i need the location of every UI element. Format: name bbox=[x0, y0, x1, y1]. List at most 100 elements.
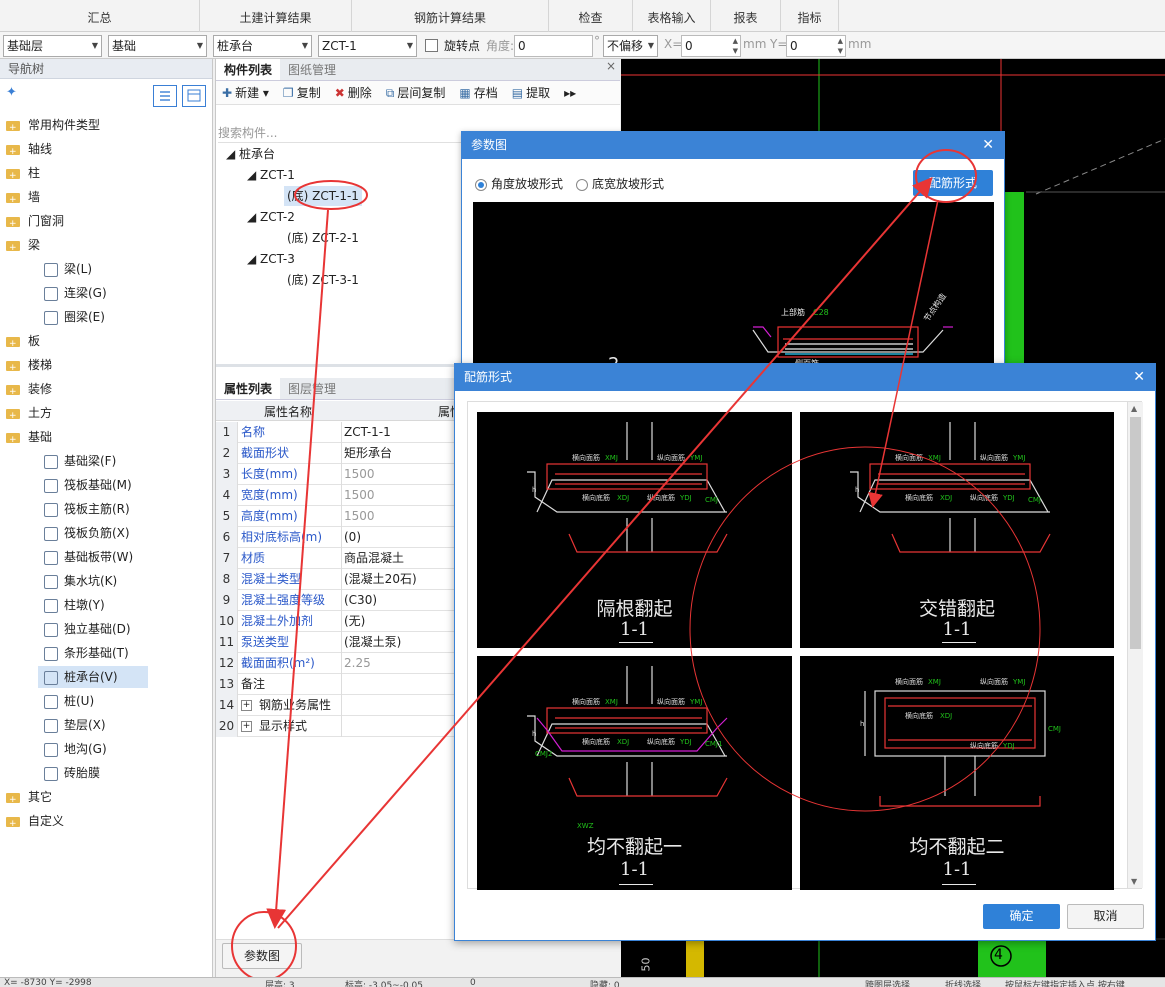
rebar-form-button[interactable]: 配筋形式 bbox=[913, 170, 993, 196]
radio-width-slope[interactable]: 底宽放坡形式 bbox=[576, 175, 664, 192]
property-row[interactable]: 14 + 钢筋业务属性 bbox=[216, 695, 466, 716]
nav-item-12[interactable]: 土方 bbox=[0, 402, 200, 427]
property-value[interactable] bbox=[341, 716, 466, 737]
property-value[interactable]: (无) bbox=[341, 611, 466, 632]
nav-item-18[interactable]: 基础板带(W) bbox=[38, 546, 148, 568]
layer-copy-button[interactable]: ⧉ 层间复制 bbox=[386, 84, 446, 101]
nav-item-16[interactable]: 筏板主筋(R) bbox=[38, 498, 148, 520]
rebar-form-option-4[interactable]: 横向面筋 XMJ 纵向面筋 YMJ 横向底筋 XDJ 纵向底筋 YDJ h CMJ 均不翻起二 1-1 bbox=[800, 656, 1114, 890]
property-value[interactable]: 矩形承台 bbox=[341, 443, 466, 464]
nav-item-4[interactable]: 门窗洞 bbox=[0, 210, 200, 235]
type-select[interactable]: 桩承台 ▼ bbox=[213, 35, 312, 57]
spin-arrows-icon[interactable]: ▲ ▼ bbox=[733, 36, 738, 56]
nav-item-15[interactable]: 筏板基础(M) bbox=[38, 474, 148, 496]
tree-leaf[interactable]: (底) ZCT-2-1 bbox=[287, 228, 359, 248]
property-row[interactable]: 2 截面形状 矩形承台 bbox=[216, 443, 466, 464]
element-select[interactable]: ZCT-1 ▼ bbox=[318, 35, 417, 57]
y-input[interactable]: 0 ▲ ▼ bbox=[786, 35, 846, 57]
radio-angle-slope[interactable]: 角度放坡形式 bbox=[475, 175, 563, 192]
menu-rebar-results[interactable]: 钢筋计算结果 bbox=[352, 0, 549, 32]
property-value[interactable]: 1500 bbox=[341, 506, 466, 527]
tree-group[interactable]: ◢ ZCT-1 bbox=[247, 165, 295, 185]
tab-layer-management[interactable]: 图层管理 bbox=[280, 378, 344, 399]
extract-button[interactable]: ▤ 提取 bbox=[512, 84, 550, 101]
tab-component-list[interactable]: 构件列表 bbox=[216, 59, 281, 80]
nav-item-19[interactable]: 集水坑(K) bbox=[38, 570, 148, 592]
nav-item-21[interactable]: 独立基础(D) bbox=[38, 618, 148, 640]
nav-item-13[interactable]: 基础 bbox=[0, 426, 200, 451]
category-select[interactable]: 基础 ▼ bbox=[108, 35, 207, 57]
property-value[interactable]: (C30) bbox=[341, 590, 466, 611]
scroll-down-icon[interactable]: ▼ bbox=[1131, 877, 1137, 886]
nav-item-9[interactable]: 板 bbox=[0, 330, 200, 355]
scroll-up-icon[interactable]: ▲ bbox=[1131, 404, 1137, 413]
nav-item-10[interactable]: 楼梯 bbox=[0, 354, 200, 379]
rebar-form-option-1[interactable]: 横向面筋 XMJ 纵向面筋 YMJ 横向底筋 XDJ 纵向底筋 YDJ h CMJ 隔根翻起 1-1 bbox=[477, 412, 792, 648]
tree-group[interactable]: ◢ ZCT-2 bbox=[247, 207, 295, 227]
nav-item-14[interactable]: 基础梁(F) bbox=[38, 450, 148, 472]
property-row[interactable]: 4 宽度(mm) 1500 bbox=[216, 485, 466, 506]
cancel-button[interactable]: 取消 bbox=[1067, 904, 1144, 929]
more-icon[interactable]: ▸▸ bbox=[564, 86, 576, 100]
menu-report[interactable]: 报表 bbox=[711, 0, 781, 32]
rebar-form-option-3[interactable]: 横向面筋 XMJ 纵向面筋 YMJ 横向底筋 XDJ 纵向底筋 YDJ h CMJ1 CMJ2 XWZ… bbox=[477, 656, 792, 890]
save-button[interactable]: ▦ 存档 bbox=[459, 84, 497, 101]
cross-layer-select-button[interactable]: 跨图层选择 bbox=[865, 978, 910, 987]
property-value[interactable]: (混凝土泵) bbox=[341, 632, 466, 653]
offset-select[interactable]: 不偏移 ▼ bbox=[603, 35, 658, 57]
property-value[interactable]: 1500 bbox=[341, 485, 466, 506]
angle-input[interactable]: 0 bbox=[514, 35, 593, 57]
property-value[interactable]: ZCT-1-1 bbox=[341, 422, 466, 443]
property-row[interactable]: 6 相对底标高(m) (0) bbox=[216, 527, 466, 548]
property-value[interactable]: (0) bbox=[341, 527, 466, 548]
delete-button[interactable]: ✖ 删除 bbox=[335, 84, 372, 101]
nav-item-28[interactable]: 其它 bbox=[0, 786, 200, 811]
property-row[interactable]: 1 名称 ZCT-1-1 bbox=[216, 422, 466, 443]
nav-item-20[interactable]: 柱墩(Y) bbox=[38, 594, 148, 616]
nav-item-0[interactable]: 常用构件类型 bbox=[0, 114, 200, 139]
scrollbar[interactable]: ▲ ▼ bbox=[1127, 402, 1143, 888]
tab-drawing-management[interactable]: 图纸管理 bbox=[280, 59, 344, 80]
nav-item-5[interactable]: 梁 bbox=[0, 234, 200, 259]
rebar-form-option-2[interactable]: 横向面筋 XMJ 纵向面筋 YMJ 横向底筋 XDJ 纵向底筋 YDJ h CMJ 交错翻起 1-1 bbox=[800, 412, 1114, 648]
property-row[interactable]: 11 泵送类型 (混凝土泵) bbox=[216, 632, 466, 653]
close-icon[interactable]: ✕ bbox=[1133, 364, 1145, 391]
param-diagram-button[interactable]: 参数图 bbox=[222, 943, 302, 969]
expand-icon[interactable]: + bbox=[241, 700, 252, 711]
nav-item-24[interactable]: 桩(U) bbox=[38, 690, 148, 712]
tree-group[interactable]: ◢ ZCT-3 bbox=[247, 249, 295, 269]
nav-item-29[interactable]: 自定义 bbox=[0, 810, 200, 835]
property-row[interactable]: 8 混凝土类型 (混凝土20石) bbox=[216, 569, 466, 590]
tree-leaf[interactable]: (底) ZCT-3-1 bbox=[287, 270, 359, 290]
nav-item-27[interactable]: 砖胎膜 bbox=[38, 762, 148, 784]
nav-item-7[interactable]: 连梁(G) bbox=[38, 282, 148, 304]
menu-summary[interactable]: 汇总 bbox=[0, 0, 200, 32]
tree-leaf-selected[interactable]: (底) ZCT-1-1 bbox=[284, 186, 362, 206]
menu-index[interactable]: 指标 bbox=[781, 0, 839, 32]
nav-item-3[interactable]: 墙 bbox=[0, 186, 200, 211]
property-row[interactable]: 3 长度(mm) 1500 bbox=[216, 464, 466, 485]
scrollbar-thumb[interactable] bbox=[1130, 417, 1141, 649]
property-value[interactable]: 商品混凝土 bbox=[341, 548, 466, 569]
tree-root[interactable]: ◢ 桩承台 bbox=[226, 144, 275, 164]
tab-property-list[interactable]: 属性列表 bbox=[216, 378, 281, 399]
copy-button[interactable]: ❐ 复制 bbox=[283, 84, 321, 101]
spin-arrows-icon[interactable]: ▲ ▼ bbox=[838, 36, 843, 56]
property-value[interactable] bbox=[341, 695, 466, 716]
nav-item-6[interactable]: 梁(L) bbox=[38, 258, 148, 280]
property-row[interactable]: 9 混凝土强度等级 (C30) bbox=[216, 590, 466, 611]
nav-item-1[interactable]: 轴线 bbox=[0, 138, 200, 163]
nav-item-23[interactable]: 桩承台(V) bbox=[38, 666, 148, 688]
floor-select[interactable]: 基础层 ▼ bbox=[3, 35, 102, 57]
close-icon[interactable]: ✕ bbox=[982, 132, 994, 159]
list-view-icon[interactable] bbox=[153, 85, 177, 107]
nav-item-25[interactable]: 垫层(X) bbox=[38, 714, 148, 736]
nav-item-22[interactable]: 条形基础(T) bbox=[38, 642, 148, 664]
property-row[interactable]: 12 截面面积(m²) 2.25 bbox=[216, 653, 466, 674]
nav-item-2[interactable]: 柱 bbox=[0, 162, 200, 187]
add-sparkle-icon[interactable]: ✦ bbox=[6, 85, 17, 100]
x-input[interactable]: 0 ▲ ▼ bbox=[681, 35, 741, 57]
property-row[interactable]: 10 混凝土外加剂 (无) bbox=[216, 611, 466, 632]
menu-civil-results[interactable]: 土建计算结果 bbox=[200, 0, 352, 32]
expand-icon[interactable]: + bbox=[241, 721, 252, 732]
